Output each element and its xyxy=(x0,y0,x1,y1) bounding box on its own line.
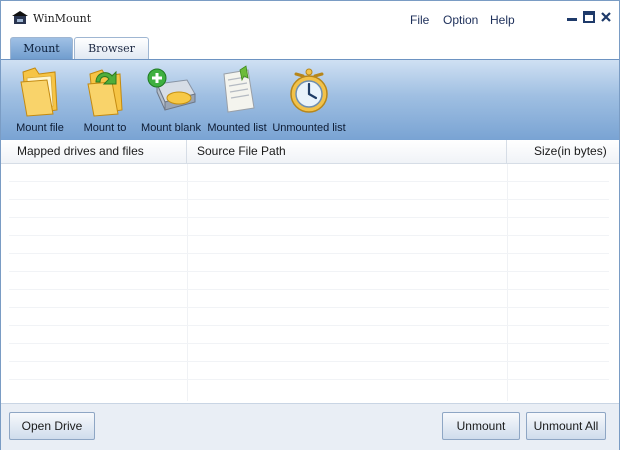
grid-row-line xyxy=(9,253,609,254)
folder-icon xyxy=(20,67,58,117)
document-list-icon xyxy=(223,65,255,113)
footer-bar: Open Drive Unmount Unmount All xyxy=(1,403,619,450)
grid-row-line xyxy=(9,307,609,308)
app-logo-icon xyxy=(12,11,28,24)
grid-row-line xyxy=(9,361,609,362)
file-list[interactable] xyxy=(9,164,609,401)
mounted-list-label: Mounted list xyxy=(207,122,267,134)
grid-row-line xyxy=(9,379,609,380)
minimize-icon[interactable] xyxy=(565,10,579,24)
app-window: WinMount File Option Help Mount Browser … xyxy=(0,0,620,450)
folder-arrow-icon xyxy=(87,69,123,117)
column-divider[interactable] xyxy=(506,140,507,163)
mount-file-button[interactable]: Mount file xyxy=(10,62,70,138)
clock-icon xyxy=(290,68,328,113)
window-title: WinMount xyxy=(33,12,92,25)
unmount-button[interactable]: Unmount xyxy=(442,412,520,440)
mount-to-button[interactable]: Mount to xyxy=(75,62,135,138)
grid-row-line xyxy=(9,217,609,218)
menu-option[interactable]: Option xyxy=(443,13,478,27)
column-size[interactable]: Size(in bytes) xyxy=(534,140,607,163)
maximize-icon[interactable] xyxy=(582,10,596,24)
column-divider[interactable] xyxy=(186,140,187,163)
mount-file-label: Mount file xyxy=(16,122,64,134)
grid-row-line xyxy=(9,199,609,200)
grid-row-line xyxy=(9,271,609,272)
unmounted-list-button[interactable]: Unmounted list xyxy=(271,62,347,138)
menu-file[interactable]: File xyxy=(410,13,429,27)
tab-mount[interactable]: Mount xyxy=(10,37,73,60)
disk-add-icon xyxy=(147,68,196,111)
table-header: Mapped drives and files Source File Path… xyxy=(1,140,619,164)
tab-strip: Mount Browser xyxy=(1,35,619,60)
grid-row-line xyxy=(9,289,609,290)
mount-blank-button[interactable]: Mount blank xyxy=(139,62,203,138)
tab-browser[interactable]: Browser xyxy=(74,37,149,60)
close-icon[interactable] xyxy=(599,10,613,24)
title-bar: WinMount File Option Help xyxy=(1,1,619,35)
grid-row-line xyxy=(9,325,609,326)
column-source-file-path[interactable]: Source File Path xyxy=(197,140,286,163)
column-mapped-drives[interactable]: Mapped drives and files xyxy=(17,140,144,163)
mount-to-label: Mount to xyxy=(83,122,127,134)
grid-row-line xyxy=(9,343,609,344)
open-drive-button[interactable]: Open Drive xyxy=(9,412,95,440)
grid-row-line xyxy=(9,235,609,236)
menu-help[interactable]: Help xyxy=(490,13,515,27)
toolbar: Mount file Mount to Mount blank Mounted … xyxy=(1,59,619,141)
unmounted-list-label: Unmounted list xyxy=(272,122,346,134)
mounted-list-button[interactable]: Mounted list xyxy=(206,62,268,138)
mount-blank-label: Mount blank xyxy=(141,122,201,134)
unmount-all-button[interactable]: Unmount All xyxy=(526,412,606,440)
grid-row-line xyxy=(9,181,609,182)
